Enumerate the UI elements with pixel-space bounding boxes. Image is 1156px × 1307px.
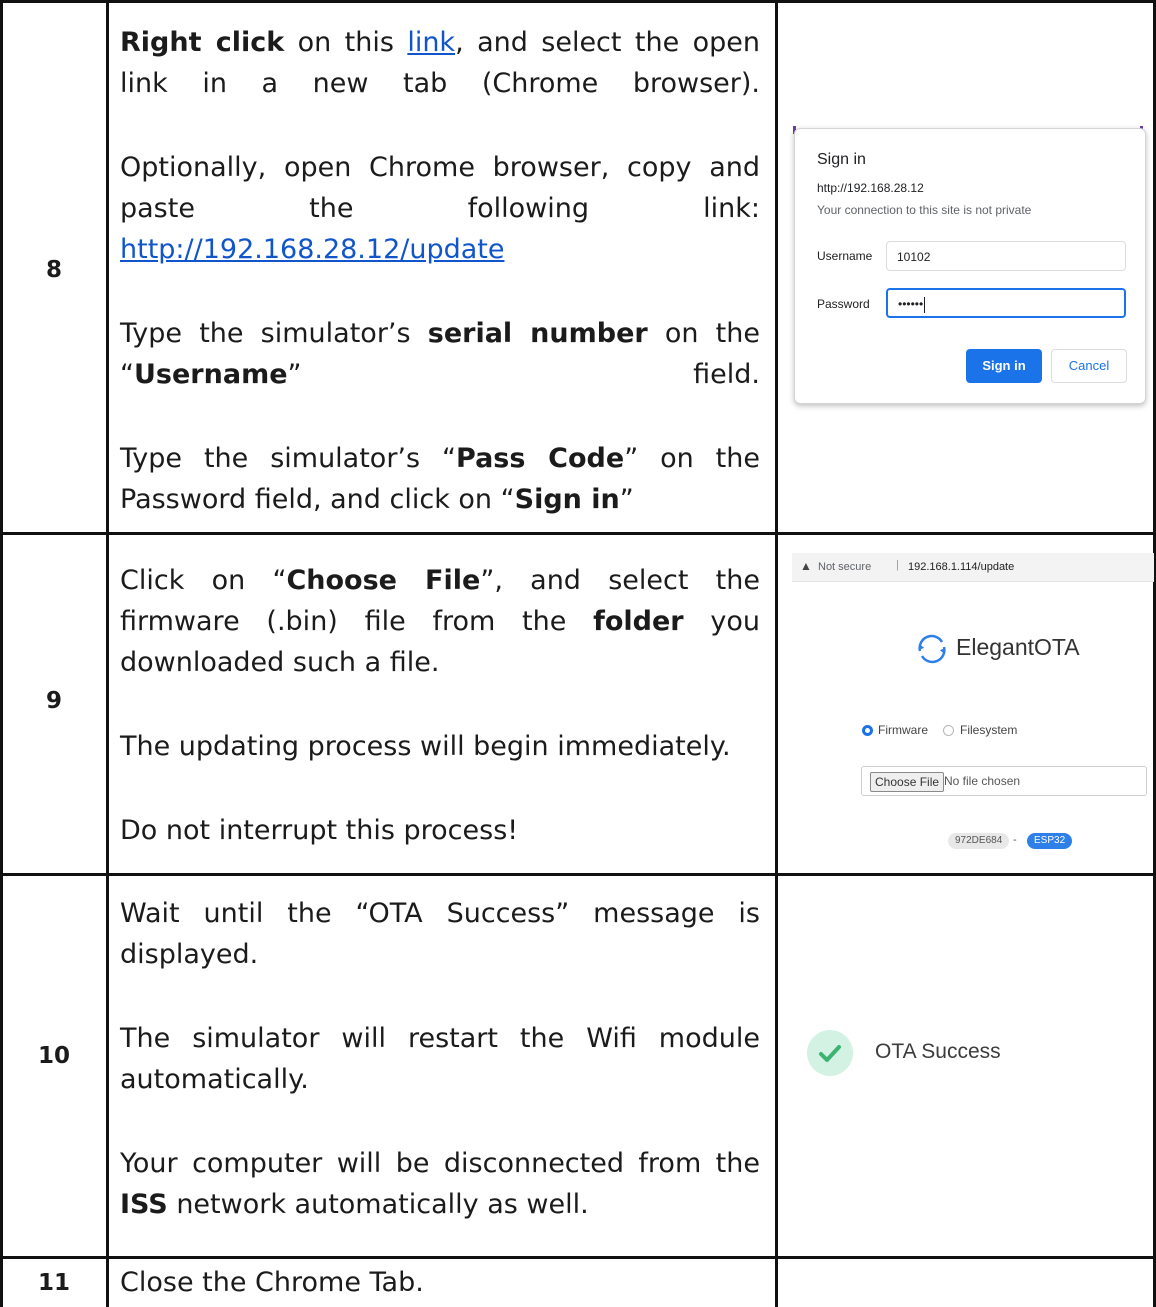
chip-badge: ESP32 [1027, 833, 1073, 849]
text-span: Optionally, open Chrome browser, copy an… [120, 152, 760, 224]
username-label: Username [817, 249, 873, 263]
file-status: No file chosen [944, 774, 1021, 788]
success-check-icon [807, 1030, 853, 1076]
paragraph: Wait until the “OTA Success” message is … [120, 893, 760, 975]
signin-dialog: Sign in http://192.168.28.12 Your connec… [794, 128, 1146, 404]
hardware-id-badge: 972DE684 [948, 833, 1010, 849]
text-span: on this [284, 27, 408, 58]
paragraph: Do not interrupt this process! [120, 810, 760, 851]
text-span: Close the Chrome Tab. [120, 1267, 424, 1298]
cancel-button[interactable]: Cancel [1051, 349, 1127, 383]
row-divider [0, 1256, 1156, 1259]
elegantota-brand: ElegantOTA [956, 634, 1080, 660]
paragraph: Optionally, open Chrome browser, copy an… [120, 147, 760, 229]
table-border-left [0, 0, 3, 1307]
paragraph: The simulator will restart the Wifi modu… [120, 1018, 760, 1100]
table-divider-image [775, 0, 778, 1307]
bold-text: Right click [120, 27, 285, 58]
warning-icon: ▲ [800, 559, 812, 573]
password-value: •••••• [898, 297, 924, 311]
instruction-link[interactable]: link [407, 27, 455, 58]
firmware-label: Firmware [878, 723, 928, 737]
bold-text: Choose File [286, 565, 481, 596]
text-span: Your computer will be disconnected from … [120, 1148, 760, 1179]
firmware-radio[interactable] [862, 725, 873, 736]
table-border-top [0, 0, 1156, 3]
text-span: Type the simulator’s “ [120, 443, 456, 474]
password-label: Password [817, 297, 870, 311]
checkmark-icon [819, 1045, 841, 1062]
paragraph: Right click on this link, and select the… [120, 22, 760, 104]
password-field[interactable]: •••••• [886, 288, 1126, 318]
bold-text: ISS [120, 1189, 168, 1220]
step-number: 10 [37, 1043, 70, 1069]
text-span: Do not interrupt this process! [120, 815, 519, 846]
text-span: Wait until the “OTA Success” message is … [120, 898, 760, 970]
file-input[interactable]: Choose File No file chosen [861, 766, 1147, 796]
paragraph: http://192.168.28.12/update [120, 229, 760, 270]
elegantota-logo-icon [918, 634, 946, 664]
text-caret [924, 296, 926, 313]
signin-button[interactable]: Sign in [966, 349, 1042, 383]
address-url: 192.168.1.114/update [908, 561, 1015, 573]
text-span: The simulator will restart the Wifi modu… [120, 1023, 760, 1095]
paragraph: Your computer will be disconnected from … [120, 1143, 760, 1225]
step-number: 11 [37, 1270, 70, 1296]
paragraph: The updating process will begin immediat… [120, 726, 760, 767]
step-description: Click on “Choose File”, and select the f… [120, 560, 760, 851]
paragraph: Click on “Choose File”, and select the f… [120, 560, 760, 683]
username-value: 10102 [897, 250, 931, 264]
paragraph: Type the simulator’s serial number on th… [120, 313, 760, 395]
text-span: ” field. [287, 359, 760, 390]
instruction-table: 8 Right click on this link, and select t… [0, 0, 1156, 1307]
bold-text: Username [134, 359, 288, 390]
update-url-link[interactable]: http://192.168.28.12/update [120, 234, 504, 265]
not-secure-label: Not secure [818, 561, 872, 573]
step-description: Right click on this link, and select the… [120, 22, 760, 520]
step-number: 8 [45, 257, 62, 283]
paragraph: Type the simulator’s “Pass Code” on the … [120, 438, 760, 520]
username-field[interactable]: 10102 [886, 241, 1126, 271]
step-number: 9 [45, 688, 62, 714]
text-span: network automatically as well. [167, 1189, 589, 1220]
paragraph: Close the Chrome Tab. [120, 1262, 760, 1303]
success-message: OTA Success [875, 1040, 1001, 1063]
bold-text: serial number [427, 318, 648, 349]
badge-separator: - [1013, 834, 1017, 846]
address-separator: | [896, 559, 899, 571]
row-divider [0, 532, 1156, 535]
row-divider [0, 873, 1156, 876]
text-span: ” [619, 484, 634, 515]
bold-text: Sign in [514, 484, 620, 515]
step-description: Close the Chrome Tab. [120, 1262, 760, 1303]
text-span: Click on “ [120, 565, 287, 596]
text-span: Type the simulator’s [120, 318, 428, 349]
table-divider-number [106, 0, 109, 1307]
bold-text: folder [593, 606, 684, 637]
dialog-warning: Your connection to this site is not priv… [817, 203, 1032, 217]
dialog-host: http://192.168.28.12 [817, 181, 924, 195]
step-description: Wait until the “OTA Success” message is … [120, 893, 760, 1225]
text-span: The updating process will begin immediat… [120, 731, 731, 762]
filesystem-radio[interactable] [943, 725, 954, 736]
choose-file-button[interactable]: Choose File [870, 772, 945, 792]
browser-address-bar[interactable]: ▲ Not secure | 192.168.1.114/update [792, 553, 1154, 582]
dialog-title: Sign in [817, 151, 866, 168]
filesystem-label: Filesystem [960, 723, 1018, 737]
bold-text: Pass Code [456, 443, 625, 474]
